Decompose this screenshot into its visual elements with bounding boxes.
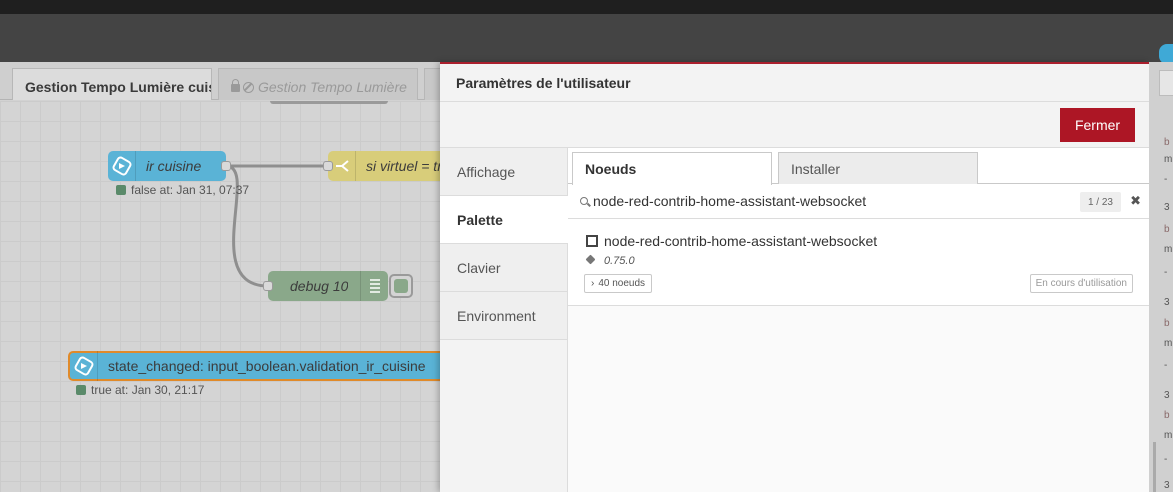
package-name: node-red-contrib-home-assistant-websocke… bbox=[604, 233, 878, 249]
tab-flow-disabled-label: Gestion Tempo Lumière bbox=[258, 79, 407, 95]
inject-icon bbox=[110, 155, 133, 177]
in-use-button: En cours d'utilisation bbox=[1029, 274, 1133, 293]
lock-icon bbox=[231, 79, 240, 92]
log-line: 3 bbox=[1164, 202, 1170, 213]
close-button[interactable]: Fermer bbox=[1060, 108, 1135, 142]
log-line: 3 bbox=[1164, 480, 1170, 491]
node-ir-cuisine-output-port[interactable] bbox=[221, 161, 231, 171]
log-line: m bbox=[1164, 244, 1173, 255]
scrollbar[interactable] bbox=[1153, 442, 1156, 492]
node-ir-cuisine-status-text: false at: Jan 31, 07:37 bbox=[131, 183, 250, 197]
package-version: 0.75.0 bbox=[604, 255, 635, 267]
show-nodes-button[interactable]: › 40 noeuds bbox=[584, 274, 653, 293]
node-state-changed-status: true at: Jan 30, 21:17 bbox=[76, 383, 204, 397]
log-line: - bbox=[1164, 174, 1168, 185]
list-item: node-red-contrib-home-assistant-websocke… bbox=[568, 219, 1149, 306]
tab-flow-active[interactable]: Gestion Tempo Lumière cuisine bbox=[12, 68, 212, 100]
debug-toggle-inner bbox=[394, 279, 408, 293]
flow-canvas[interactable]: ir cuisine false at: Jan 31, 07:37 si vi… bbox=[0, 101, 440, 492]
events-icon bbox=[72, 355, 95, 377]
log-line: - bbox=[1164, 360, 1168, 371]
tag-icon bbox=[585, 254, 596, 265]
log-line: m bbox=[1164, 154, 1173, 165]
palette-panel: Noeuds Installer 1 / 23 ✖ node-red-contr… bbox=[568, 148, 1149, 492]
workspace-tabs: Gestion Tempo Lumière cuisine Gestion Te… bbox=[0, 62, 440, 100]
log-line: - bbox=[1164, 267, 1168, 278]
palette-search: 1 / 23 ✖ bbox=[568, 184, 1149, 219]
search-icon bbox=[580, 197, 588, 205]
switch-icon bbox=[335, 160, 349, 172]
node-state-changed-icon-wrap bbox=[70, 351, 98, 381]
log-line: 3 bbox=[1164, 297, 1170, 308]
settings-nav: Affichage Palette Clavier Environment bbox=[440, 148, 568, 492]
tab-installer[interactable]: Installer bbox=[778, 152, 978, 184]
tab-flow-more[interactable] bbox=[424, 68, 440, 100]
nav-item-clavier[interactable]: Clavier bbox=[440, 244, 567, 292]
log-line: 3 bbox=[1164, 390, 1170, 401]
node-debug-input-port[interactable] bbox=[263, 281, 273, 291]
node-ir-cuisine-status: false at: Jan 31, 07:37 bbox=[116, 183, 249, 197]
disabled-icon bbox=[243, 82, 254, 93]
log-line: m bbox=[1164, 338, 1173, 349]
status-dot bbox=[116, 185, 126, 195]
palette-list-empty bbox=[568, 306, 1149, 492]
chevron-right-icon: › bbox=[591, 278, 595, 289]
tab-flow-disabled[interactable]: Gestion Tempo Lumière bbox=[218, 68, 418, 100]
node-state-changed[interactable]: state_changed: input_boolean.validation_… bbox=[68, 351, 440, 381]
node-switch[interactable]: si virtuel = true bbox=[328, 151, 440, 181]
log-line: m bbox=[1164, 430, 1173, 441]
node-ir-cuisine-icon-wrap bbox=[108, 151, 136, 181]
log-line: b bbox=[1164, 224, 1170, 235]
debug-toggle-button[interactable] bbox=[389, 274, 413, 298]
top-bar bbox=[0, 0, 1173, 14]
node-debug[interactable]: debug 10 bbox=[268, 271, 388, 301]
cube-icon bbox=[586, 235, 598, 247]
dialog-buttons: Fermer bbox=[440, 102, 1149, 148]
node-debug-label: debug 10 bbox=[290, 278, 349, 294]
node-state-changed-status-text: true at: Jan 30, 21:17 bbox=[91, 383, 205, 397]
palette-tabs: Noeuds Installer bbox=[568, 148, 1149, 185]
nav-item-environment[interactable]: Environment bbox=[440, 292, 567, 340]
log-line: b bbox=[1164, 318, 1170, 329]
node-ir-cuisine-label: ir cuisine bbox=[146, 158, 202, 174]
status-dot bbox=[76, 385, 86, 395]
sidebar-right: b m - 3 b m - 3 b m - 3 b m - 3 bbox=[1149, 62, 1173, 492]
nav-item-affichage[interactable]: Affichage bbox=[440, 148, 567, 196]
node-ir-cuisine[interactable]: ir cuisine bbox=[108, 151, 226, 181]
node-state-changed-label: state_changed: input_boolean.validation_… bbox=[108, 358, 426, 374]
user-settings-dialog: Paramètres de l'utilisateur Fermer Affic… bbox=[440, 62, 1149, 492]
sidebar-tab[interactable] bbox=[1159, 70, 1173, 96]
dialog-title: Paramètres de l'utilisateur bbox=[440, 64, 1149, 102]
flow-workspace: Gestion Tempo Lumière cuisine Gestion Te… bbox=[0, 62, 440, 492]
nav-item-palette[interactable]: Palette bbox=[440, 196, 568, 244]
log-line: b bbox=[1164, 137, 1170, 148]
app-header bbox=[0, 14, 1173, 64]
tab-noeuds[interactable]: Noeuds bbox=[572, 152, 772, 185]
node-switch-input-port[interactable] bbox=[323, 161, 333, 171]
search-count: 1 / 23 bbox=[1079, 192, 1121, 212]
node-switch-label: si virtuel = true bbox=[366, 158, 440, 174]
debug-icon bbox=[360, 271, 388, 301]
log-line: - bbox=[1164, 454, 1168, 465]
clear-search-icon[interactable]: ✖ bbox=[1130, 193, 1141, 209]
nodes-count: 40 noeuds bbox=[598, 278, 646, 289]
deploy-icon[interactable] bbox=[1159, 44, 1173, 64]
search-input[interactable] bbox=[593, 190, 1073, 212]
settings-body: Affichage Palette Clavier Environment No… bbox=[440, 148, 1149, 492]
log-line: b bbox=[1164, 410, 1170, 421]
